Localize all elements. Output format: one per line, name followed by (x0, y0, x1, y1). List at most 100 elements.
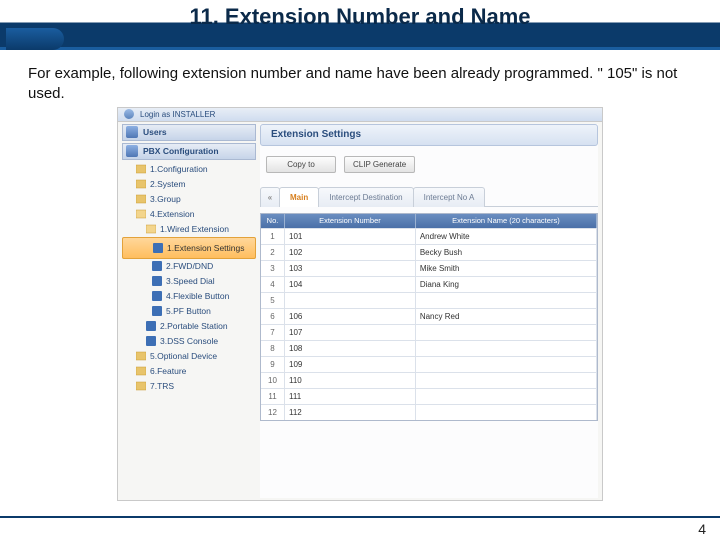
tree-item-extension[interactable]: 4.Extension (122, 207, 256, 222)
page-icon (152, 306, 162, 316)
page-icon (152, 291, 162, 301)
cell-no: 9 (261, 356, 285, 372)
sidebar-band-users[interactable]: Users (122, 124, 256, 141)
cell-no: 6 (261, 308, 285, 324)
table-row[interactable]: 7107 (261, 324, 597, 340)
tree-item-speed-dial[interactable]: 3.Speed Dial (122, 274, 256, 289)
tree-item-trs[interactable]: 7.TRS (122, 379, 256, 394)
table-row[interactable]: 10110 (261, 372, 597, 388)
folder-icon (136, 164, 146, 174)
tab-main[interactable]: Main (279, 187, 319, 207)
folder-icon (136, 179, 146, 189)
users-icon (126, 126, 138, 138)
page-icon (152, 276, 162, 286)
cell-extension-number[interactable]: 112 (285, 404, 416, 420)
screenshot-frame: Login as INSTALLER Users PBX Configurati… (117, 121, 603, 501)
cell-extension-name[interactable]: Mike Smith (416, 260, 597, 276)
cell-extension-name[interactable] (416, 388, 597, 404)
tab-scroll-left[interactable]: « (260, 187, 280, 207)
cell-extension-number[interactable]: 101 (285, 228, 416, 244)
table-row[interactable]: 12112 (261, 404, 597, 420)
table-row[interactable]: 5 (261, 292, 597, 308)
sidebar-band-config[interactable]: PBX Configuration (122, 143, 256, 160)
cell-no: 5 (261, 292, 285, 308)
tree-item-system[interactable]: 2.System (122, 177, 256, 192)
tree-item-wired-extension[interactable]: 1.Wired Extension (122, 222, 256, 237)
cell-no: 4 (261, 276, 285, 292)
col-no: No. (261, 214, 285, 228)
page-icon (146, 336, 156, 346)
cell-extension-number[interactable]: 104 (285, 276, 416, 292)
col-extension-name: Extension Name (20 characters) (416, 214, 597, 228)
table-row[interactable]: 6106Nancy Red (261, 308, 597, 324)
login-bar: Login as INSTALLER (117, 107, 603, 121)
tree-item-extension-settings[interactable]: 1.Extension Settings (122, 237, 256, 259)
footer-rule (0, 516, 720, 518)
tree-item-optional-device[interactable]: 5.Optional Device (122, 349, 256, 364)
folder-icon (136, 366, 146, 376)
cell-extension-name[interactable] (416, 340, 597, 356)
tree-item-fwd-dnd[interactable]: 2.FWD/DND (122, 259, 256, 274)
cell-extension-name[interactable] (416, 356, 597, 372)
cell-extension-name[interactable] (416, 404, 597, 420)
tab-intercept-destination[interactable]: Intercept Destination (318, 187, 413, 207)
folder-open-icon (146, 224, 156, 234)
header-accent (6, 28, 64, 50)
table-body: 1101Andrew White2102Becky Bush3103Mike S… (261, 228, 597, 420)
cell-no: 12 (261, 404, 285, 420)
slide-header: 11. Extension Number and Name (0, 0, 720, 50)
cell-extension-number[interactable]: 107 (285, 324, 416, 340)
cell-no: 2 (261, 244, 285, 260)
panel-title: Extension Settings (260, 124, 598, 146)
table-row[interactable]: 4104Diana King (261, 276, 597, 292)
main-panel: Extension Settings Copy to CLIP Generate… (260, 124, 598, 498)
cell-extension-name[interactable] (416, 324, 597, 340)
cell-extension-number[interactable] (285, 292, 416, 308)
tree-item-feature[interactable]: 6.Feature (122, 364, 256, 379)
cell-extension-number[interactable]: 103 (285, 260, 416, 276)
tree-item-pf-button[interactable]: 5.PF Button (122, 304, 256, 319)
tree-item-group[interactable]: 3.Group (122, 192, 256, 207)
cell-extension-name[interactable] (416, 292, 597, 308)
cell-extension-name[interactable]: Diana King (416, 276, 597, 292)
cell-extension-number[interactable]: 106 (285, 308, 416, 324)
cell-extension-number[interactable]: 108 (285, 340, 416, 356)
cell-no: 8 (261, 340, 285, 356)
table-row[interactable]: 3103Mike Smith (261, 260, 597, 276)
folder-icon (136, 351, 146, 361)
page-icon (153, 243, 163, 253)
tab-intercept-no-a[interactable]: Intercept No A (413, 187, 486, 207)
cell-no: 10 (261, 372, 285, 388)
table-header: No. Extension Number Extension Name (20 … (261, 214, 597, 228)
button-row: Copy to CLIP Generate (260, 156, 598, 173)
extension-table: No. Extension Number Extension Name (20 … (260, 213, 598, 421)
tree-item-flexible-button[interactable]: 4.Flexible Button (122, 289, 256, 304)
cell-extension-name[interactable]: Andrew White (416, 228, 597, 244)
table-row[interactable]: 1101Andrew White (261, 228, 597, 244)
table-row[interactable]: 11111 (261, 388, 597, 404)
cell-extension-name[interactable]: Becky Bush (416, 244, 597, 260)
folder-icon (136, 381, 146, 391)
clip-generate-button[interactable]: CLIP Generate (344, 156, 415, 173)
tree-item-portable-station[interactable]: 2.Portable Station (122, 319, 256, 334)
config-icon (126, 145, 138, 157)
table-row[interactable]: 8108 (261, 340, 597, 356)
tab-bar: « Main Intercept Destination Intercept N… (260, 187, 598, 207)
login-text: Login as INSTALLER (140, 110, 215, 119)
table-row[interactable]: 9109 (261, 356, 597, 372)
cell-extension-number[interactable]: 109 (285, 356, 416, 372)
tree-item-dss-console[interactable]: 3.DSS Console (122, 334, 256, 349)
cell-extension-name[interactable] (416, 372, 597, 388)
tree-item-configuration[interactable]: 1.Configuration (122, 162, 256, 177)
page-icon (146, 321, 156, 331)
cell-extension-name[interactable]: Nancy Red (416, 308, 597, 324)
cell-extension-number[interactable]: 102 (285, 244, 416, 260)
table-row[interactable]: 2102Becky Bush (261, 244, 597, 260)
col-extension-number: Extension Number (285, 214, 416, 228)
page-icon (152, 261, 162, 271)
cell-no: 3 (261, 260, 285, 276)
copy-to-button[interactable]: Copy to (266, 156, 336, 173)
cell-extension-number[interactable]: 111 (285, 388, 416, 404)
page-number: 4 (698, 521, 706, 537)
cell-extension-number[interactable]: 110 (285, 372, 416, 388)
